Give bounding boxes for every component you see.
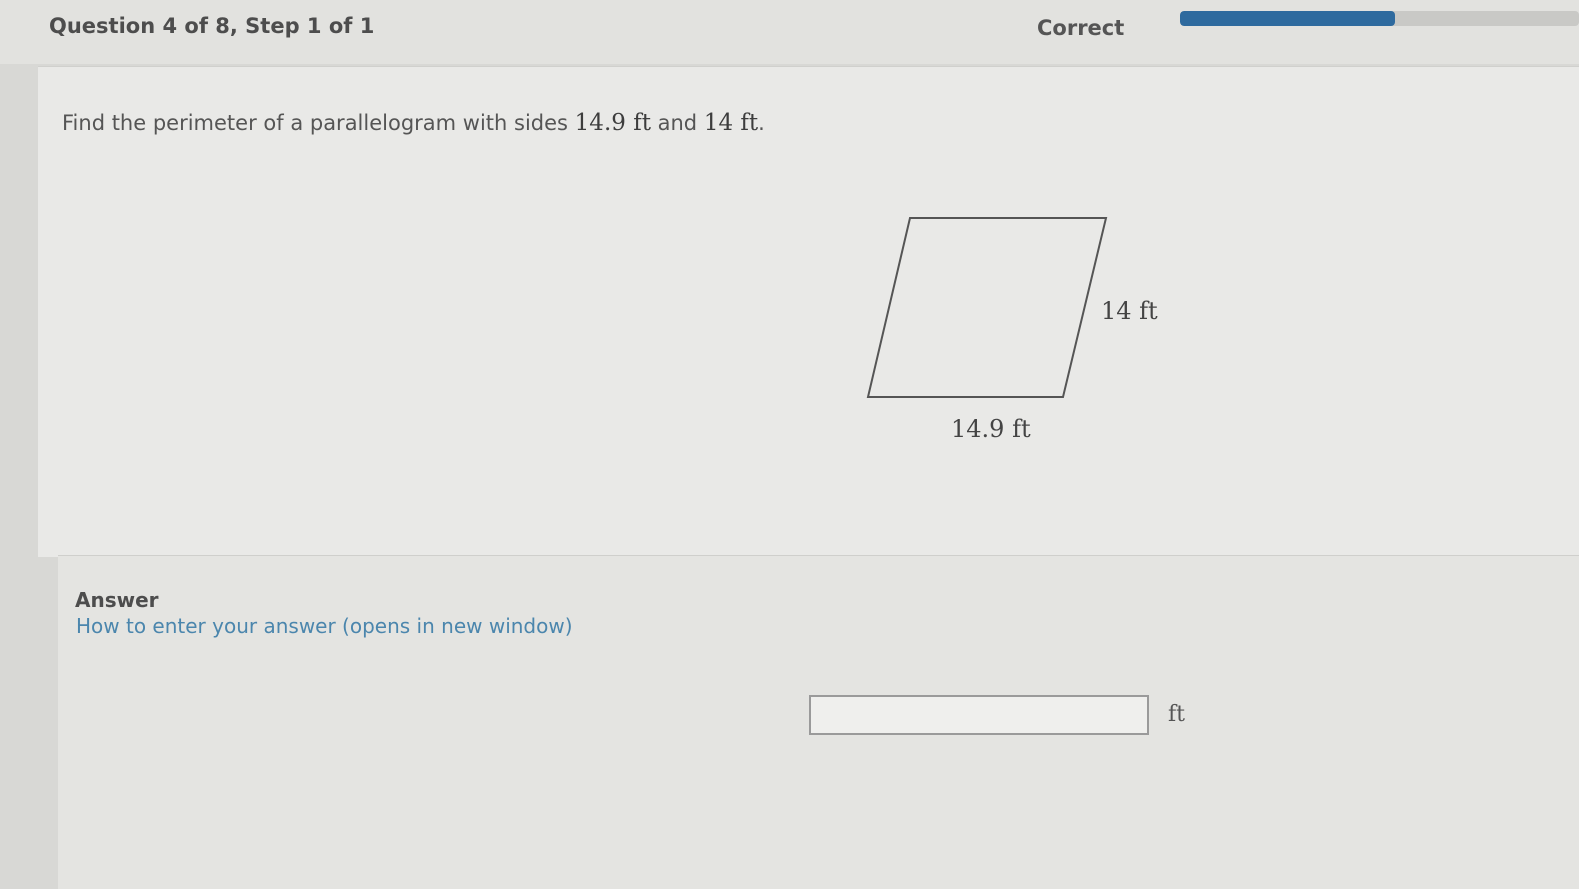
side-label-right: 14 ft [1101, 297, 1158, 325]
question-title: Question 4 of 8, Step 1 of 1 [49, 14, 375, 38]
parallelogram-figure: 14 ft 14.9 ft [866, 217, 1158, 443]
side-a-value: 14.9 ft [574, 110, 651, 136]
question-panel [38, 66, 1579, 557]
answer-unit: ft [1168, 702, 1185, 727]
parallelogram-shape [866, 217, 1108, 398]
prompt-prefix: Find the perimeter of a parallelogram wi… [62, 111, 575, 135]
status-label: Correct [1037, 16, 1125, 40]
question-prompt: Find the perimeter of a parallelogram wi… [62, 110, 765, 136]
answer-heading: Answer [75, 588, 159, 612]
help-link[interactable]: How to enter your answer (opens in new w… [76, 614, 573, 638]
progress-bar [1180, 11, 1579, 26]
progress-fill [1180, 11, 1396, 26]
answer-input[interactable] [809, 695, 1149, 735]
prompt-suffix: . [758, 111, 765, 135]
side-b-value: 14 ft [703, 110, 759, 136]
prompt-conjunction: and [650, 111, 704, 135]
side-label-bottom: 14.9 ft [951, 415, 1031, 443]
